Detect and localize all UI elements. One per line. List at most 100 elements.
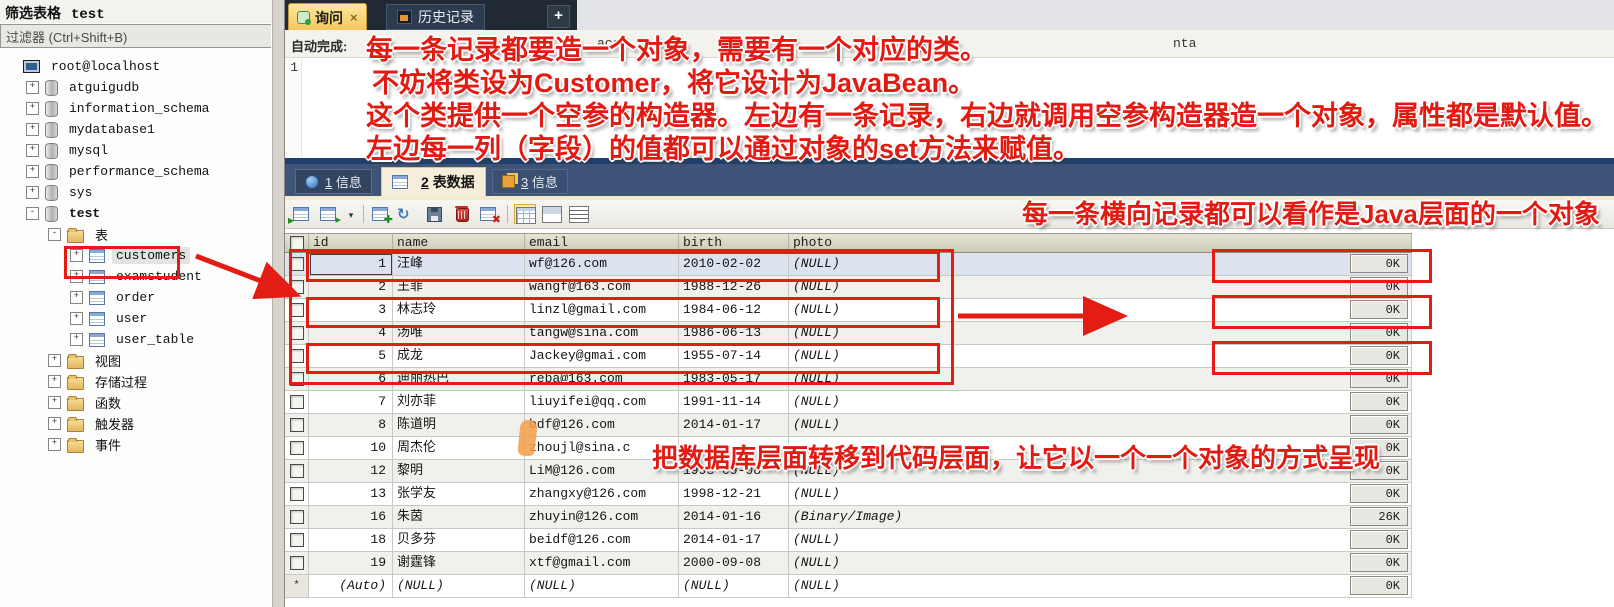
expander-icon[interactable]: - [48, 228, 61, 241]
cell-photo[interactable]: (NULL) 0K [789, 276, 1412, 299]
cell-name[interactable]: 成龙 [393, 345, 525, 368]
cell-id[interactable]: 2 [309, 276, 393, 299]
cell-photo[interactable]: (NULL) 0K [789, 483, 1412, 506]
row-checkbox[interactable]: * [285, 506, 309, 529]
tree-item-sys[interactable]: + sys [0, 182, 272, 203]
select-all-checkbox[interactable] [285, 234, 309, 252]
cell-email[interactable]: xtf@gmail.com [525, 552, 679, 575]
row-checkbox[interactable]: * [285, 345, 309, 368]
cell-id[interactable]: 5 [309, 345, 393, 368]
grid-view-button[interactable] [514, 204, 536, 224]
cell-photo[interactable]: (NULL) 0K [789, 299, 1412, 322]
cell-id[interactable]: 19 [309, 552, 393, 575]
row-checkbox[interactable]: * [285, 460, 309, 483]
column-header-id[interactable]: id [309, 234, 393, 252]
cell-email[interactable]: (NULL) [525, 575, 679, 598]
tree-item-order[interactable]: + order [0, 287, 272, 308]
row-checkbox[interactable]: * [285, 276, 309, 299]
cell-email[interactable]: wangf@163.com [525, 276, 679, 299]
cell-email[interactable]: Jackey@gmai.com [525, 345, 679, 368]
close-icon[interactable]: × [350, 10, 358, 25]
tree-item-atguigudb[interactable]: + atguigudb [0, 77, 272, 98]
expander-icon[interactable]: + [26, 186, 39, 199]
row-checkbox[interactable]: * [285, 253, 309, 276]
cell-id[interactable]: (Auto) [309, 575, 393, 598]
cell-id[interactable]: 16 [309, 506, 393, 529]
cell-email[interactable]: zhuyin@126.com [525, 506, 679, 529]
tree-item-tables-folder[interactable]: - 表 [0, 224, 272, 245]
blob-size-button[interactable]: 0K [1350, 392, 1408, 411]
cell-birth[interactable]: 2000-09-08 [679, 552, 789, 575]
cell-photo[interactable]: (NULL) 0K [789, 552, 1412, 575]
blob-size-button[interactable]: 0K [1350, 576, 1408, 595]
delete-row-button[interactable] [451, 204, 473, 224]
cell-name[interactable]: 陈道明 [393, 414, 525, 437]
blob-size-button[interactable]: 0K [1350, 300, 1408, 319]
cell-birth[interactable]: 1998-12-21 [679, 483, 789, 506]
cell-email[interactable]: reba@163.com [525, 368, 679, 391]
cell-id[interactable]: 7 [309, 391, 393, 414]
export-table-button[interactable]: ▸ [318, 204, 341, 226]
cell-id[interactable]: 12 [309, 460, 393, 483]
column-header-name[interactable]: name [393, 234, 525, 252]
cell-photo[interactable]: (NULL) 0K [789, 345, 1412, 368]
add-tab-button[interactable]: + [547, 5, 570, 28]
insert-row-button[interactable]: ✚ [370, 204, 393, 226]
blob-size-button[interactable]: 0K [1350, 369, 1408, 388]
tree-item-functions-folder[interactable]: + 函数 [0, 392, 272, 413]
expander-icon[interactable]: + [48, 375, 61, 388]
cell-name[interactable]: 周杰伦 [393, 437, 525, 460]
blob-size-button[interactable]: 0K [1350, 254, 1408, 273]
cell-photo[interactable]: (Binary/Image) 26K [789, 506, 1412, 529]
cell-birth[interactable]: 2014-01-17 [679, 414, 789, 437]
cell-id[interactable]: 10 [309, 437, 393, 460]
cell-id[interactable]: 13 [309, 483, 393, 506]
cell-name[interactable]: 王菲 [393, 276, 525, 299]
panel-splitter[interactable] [272, 0, 285, 607]
blob-size-button[interactable]: 0K [1350, 530, 1408, 549]
expander-icon[interactable]: + [70, 249, 83, 262]
cell-id[interactable]: 6 [309, 368, 393, 391]
truncate-table-button[interactable]: ✖ [478, 204, 501, 226]
cell-photo[interactable]: (NULL) 0K [789, 368, 1412, 391]
text-view-button[interactable] [568, 204, 590, 224]
cell-photo[interactable]: (NULL) 0K [789, 575, 1412, 598]
cell-birth[interactable]: (NULL) [679, 575, 789, 598]
cell-email[interactable]: bdf@126.com [525, 414, 679, 437]
expander-icon[interactable]: + [48, 417, 61, 430]
tree-item-mysql[interactable]: + mysql [0, 140, 272, 161]
row-checkbox[interactable]: * [285, 552, 309, 575]
cell-birth[interactable]: 1955-07-14 [679, 345, 789, 368]
cell-birth[interactable]: 2014-01-16 [679, 506, 789, 529]
cell-birth[interactable]: 1983-05-17 [679, 368, 789, 391]
expander-icon[interactable]: + [70, 270, 83, 283]
expander-icon[interactable]: + [70, 291, 83, 304]
save-button[interactable] [424, 204, 446, 224]
tree-item-procedures-folder[interactable]: + 存储过程 [0, 371, 272, 392]
tree-item-triggers-folder[interactable]: + 触发器 [0, 413, 272, 434]
cell-birth[interactable]: 2010-02-02 [679, 253, 789, 276]
expander-icon[interactable]: + [26, 102, 39, 115]
blob-size-button[interactable]: 26K [1350, 507, 1408, 526]
expander-icon[interactable]: + [48, 396, 61, 409]
cell-id[interactable]: 3 [309, 299, 393, 322]
row-checkbox[interactable]: * [285, 368, 309, 391]
cell-name[interactable]: 黎明 [393, 460, 525, 483]
tree-item-user-table[interactable]: + user_table [0, 329, 272, 350]
cell-birth[interactable]: 2014-01-17 [679, 529, 789, 552]
row-checkbox[interactable]: * [285, 299, 309, 322]
cell-name[interactable]: 林志玲 [393, 299, 525, 322]
form-view-button[interactable] [541, 204, 563, 224]
export-dropdown-caret-icon[interactable]: ▾ [345, 204, 357, 224]
cell-birth[interactable]: 1988-12-26 [679, 276, 789, 299]
blob-size-button[interactable]: 0K [1350, 323, 1408, 342]
row-checkbox[interactable]: * [285, 437, 309, 460]
row-checkbox[interactable]: * [285, 575, 309, 598]
tree-item-views-folder[interactable]: + 视图 [0, 350, 272, 371]
cell-photo[interactable]: (NULL) 0K [789, 322, 1412, 345]
cell-birth[interactable]: 1991-11-14 [679, 391, 789, 414]
cell-email[interactable]: wf@126.com [525, 253, 679, 276]
tree-item-information-schema[interactable]: + information_schema [0, 98, 272, 119]
tab-info-1[interactable]: 1 信息 [295, 169, 372, 194]
cell-birth[interactable]: 1984-06-12 [679, 299, 789, 322]
